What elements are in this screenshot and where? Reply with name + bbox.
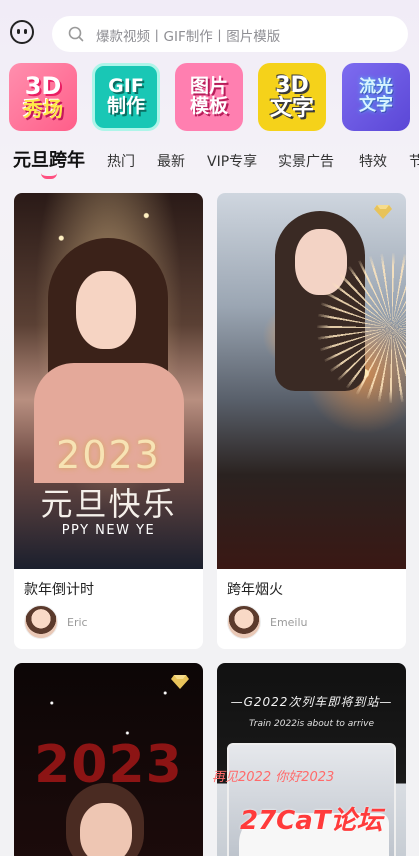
card-thumbnail[interactable]: 2023 元旦快乐 PPY NEW YE: [14, 193, 203, 569]
search-icon: [68, 26, 84, 42]
thumbnail-subline: Train 2022is about to arrive: [248, 719, 375, 729]
tile-label: GIF: [108, 75, 144, 98]
tab-hot[interactable]: 热门: [107, 151, 135, 171]
card-author[interactable]: Emeilu: [270, 616, 308, 629]
card-title: 款年倒计时: [24, 582, 94, 598]
thumbnail-subline: PPY NEW YE: [61, 523, 156, 538]
vip-diamond-icon: [171, 675, 189, 689]
tile-label: 3D: [275, 72, 309, 98]
active-tab-indicator: [41, 173, 57, 179]
tile-label: 文字: [359, 95, 393, 115]
tile-label: 制作: [106, 95, 145, 117]
tile-label: 3D: [24, 71, 62, 100]
tile-image-template[interactable]: 图片 模板: [175, 63, 243, 131]
top-bar: 爆款视频丨GIF制作丨图片模版: [0, 16, 419, 52]
tile-3d-text[interactable]: 3D 文字: [258, 63, 326, 131]
template-card[interactable]: 2023 元旦快乐 PPY NEW YE 款年倒计时 Eric: [14, 193, 203, 649]
tile-3d-show[interactable]: 3D 秀场: [9, 63, 77, 131]
search-placeholder: 爆款视频丨GIF制作丨图片模版: [96, 29, 281, 45]
tile-label: 图片: [189, 75, 228, 98]
tab-bar: 元旦跨年 热门 最新 VIP专享 实景广告 特效 节: [0, 146, 419, 180]
avatar[interactable]: [24, 605, 58, 639]
search-bar[interactable]: 爆款视频丨GIF制作丨图片模版: [52, 16, 408, 52]
category-tiles: 3D 秀场 GIF 制作 图片 模板 3D 文字 流光 文字: [0, 63, 419, 133]
thumbnail-year: 2023: [56, 433, 161, 477]
template-card[interactable]: 跨年烟火 Emeilu: [217, 193, 406, 649]
avatar[interactable]: [227, 605, 261, 639]
thumbnail-headline: 元旦快乐: [40, 485, 177, 523]
tile-label: 秀场: [23, 97, 63, 122]
template-card[interactable]: 2023: [14, 663, 203, 856]
vip-diamond-icon: [374, 205, 392, 219]
thumbnail-headline: —G2022次列车即将到站—: [230, 695, 393, 709]
tab-more[interactable]: 节: [409, 151, 419, 171]
tile-label: 模板: [189, 95, 228, 117]
forum-watermark: 27CaT论坛: [240, 806, 383, 836]
profile-face-icon[interactable]: [10, 20, 34, 44]
tab-new-year[interactable]: 元旦跨年: [13, 146, 85, 172]
card-title: 跨年烟火: [227, 582, 283, 598]
tab-scene-ads[interactable]: 实景广告: [278, 151, 334, 171]
watermark-subtext: 再见2022 你好2023: [212, 770, 335, 785]
tile-label: 文字: [269, 96, 314, 121]
card-thumbnail[interactable]: 2023: [14, 663, 203, 856]
tab-vip[interactable]: VIP专享: [207, 151, 257, 171]
tab-effects[interactable]: 特效: [359, 151, 387, 171]
card-thumbnail[interactable]: [217, 193, 406, 569]
tile-glow-text[interactable]: 流光 文字: [342, 63, 410, 131]
tab-latest[interactable]: 最新: [157, 151, 185, 171]
tile-gif-maker[interactable]: GIF 制作: [92, 63, 160, 131]
card-author[interactable]: Eric: [67, 616, 88, 629]
